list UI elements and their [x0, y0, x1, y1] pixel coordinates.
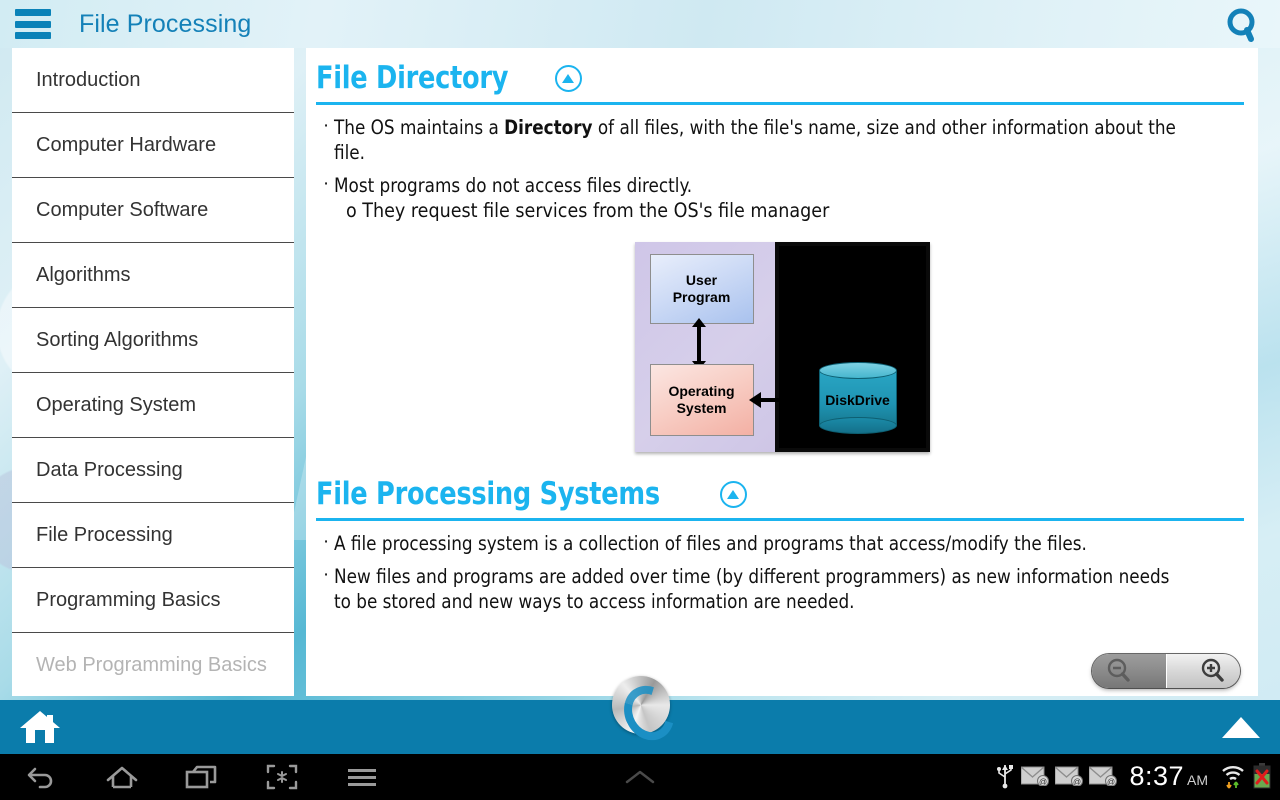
magnifier-plus-icon — [1201, 658, 1224, 682]
diagram-disk-drive-cylinder: Disk Drive — [818, 362, 897, 434]
diagram-operating-system-label: Operating System — [668, 383, 735, 416]
sidebar-item-label: Introduction — [36, 68, 141, 91]
magnifier-minus-icon — [1107, 658, 1130, 682]
diagram-container: User Program Operating System Disk Drive — [306, 242, 1258, 452]
sidebar-item-label: Computer Hardware — [36, 133, 217, 156]
bullet-item: · The OS maintains a Directory of all fi… — [318, 115, 1242, 165]
bullet-marker: · — [322, 173, 330, 194]
zoom-out-button[interactable] — [1092, 654, 1166, 688]
cylinder-top — [818, 362, 897, 379]
sidebar-item-label: Data Processing — [36, 458, 183, 481]
android-system-bar: @ @ @ 8:37 AM — [0, 752, 1280, 800]
section-header-file-directory: File Directory — [306, 60, 1258, 96]
sidebar-item-web-programming-basics[interactable]: Web Programming Basics — [12, 633, 294, 696]
bullet-marker: · — [322, 531, 330, 552]
house-icon[interactable] — [18, 708, 62, 746]
chevron-up-icon[interactable] — [608, 760, 672, 794]
top-bar: File Processing — [0, 0, 1280, 48]
svg-text:@: @ — [1039, 777, 1047, 786]
section-header-file-processing-systems: File Processing Systems — [306, 476, 1258, 512]
bullet-item: · A file processing system is a collecti… — [318, 531, 1242, 556]
triangle-up-icon[interactable] — [1220, 714, 1262, 740]
diagram-operating-system-box: Operating System — [649, 364, 754, 436]
app-root: File Processing Introduction Computer Ha… — [0, 0, 1280, 800]
sidebar-item-algorithms[interactable]: Algorithms — [12, 243, 294, 308]
os-file-access-diagram: User Program Operating System Disk Drive — [634, 242, 930, 452]
bullet-text: A file processing system is a collection… — [334, 532, 1087, 555]
bullet-text-bold: Directory — [504, 116, 593, 139]
sidebar-item-operating-system[interactable]: Operating System — [12, 373, 294, 438]
status-tray: @ @ @ 8:37 AM — [995, 752, 1272, 800]
clock-time: 8:37 — [1129, 760, 1184, 791]
bullet-text: New files and programs are added over ti… — [334, 565, 1170, 613]
section-bullets: · A file processing system is a collecti… — [306, 521, 1258, 614]
zoom-in-button[interactable] — [1165, 654, 1240, 688]
svg-text:@: @ — [1107, 777, 1115, 786]
wifi-icon — [1222, 766, 1244, 789]
bullet-subline: o They request file services from the OS… — [346, 199, 830, 222]
mail-icon: @ — [1055, 766, 1084, 786]
sidebar-item-file-processing[interactable]: File Processing — [12, 503, 294, 568]
diagram-user-program-box: User Program — [649, 254, 754, 324]
battery-error-icon — [1253, 763, 1271, 789]
zoom-control[interactable] — [1092, 654, 1240, 688]
screenshot-icon[interactable] — [250, 760, 314, 794]
content-panel: File Directory · The OS maintains a Dire… — [306, 48, 1258, 696]
section-bullets: · The OS maintains a Directory of all fi… — [306, 105, 1258, 224]
bullet-text-before: The OS maintains a — [334, 116, 505, 139]
hamburger-bar — [15, 20, 51, 28]
sidebar-item-label: Web Programming Basics — [36, 654, 267, 676]
sidebar-item-computer-software[interactable]: Computer Software — [12, 178, 294, 243]
mail-icon: @ — [1021, 766, 1050, 786]
sidebar-item-label: Operating System — [36, 393, 197, 416]
sidebar-item-label: Programming Basics — [36, 588, 221, 611]
section-title: File Directory — [316, 60, 509, 96]
sidebar-item-programming-basics[interactable]: Programming Basics — [12, 568, 294, 633]
bullet-item: · Most programs do not access files dire… — [318, 173, 1242, 224]
sidebar-item-label: Computer Software — [36, 198, 209, 221]
sidebar-item-data-processing[interactable]: Data Processing — [12, 438, 294, 503]
sidebar-item-introduction[interactable]: Introduction — [12, 48, 294, 113]
diagram-bidirectional-arrow-icon — [691, 318, 706, 370]
svg-text:@: @ — [1073, 777, 1081, 786]
page-title: File Processing — [79, 9, 252, 38]
sidebar-nav[interactable]: Introduction Computer Hardware Computer … — [12, 48, 294, 696]
clock: 8:37 AM — [1129, 761, 1208, 792]
hamburger-bar — [15, 32, 51, 39]
recent-apps-icon[interactable] — [170, 760, 234, 794]
app-logo-icon[interactable] — [612, 676, 670, 734]
hamburger-icon[interactable] — [15, 9, 51, 39]
menu-icon[interactable] — [330, 760, 394, 794]
sidebar-item-label: File Processing — [36, 523, 173, 546]
diagram-user-program-label: User Program — [672, 272, 731, 305]
clock-meridiem: AM — [1187, 771, 1208, 788]
hamburger-bar — [15, 9, 51, 16]
bullet-text: The OS maintains a Directory of all file… — [334, 115, 1206, 165]
sidebar-item-computer-hardware[interactable]: Computer Hardware — [12, 113, 294, 178]
triangle-glyph — [727, 489, 740, 499]
diagram-disk-drive-label: Disk Drive — [825, 391, 890, 408]
bullet-marker: · — [322, 115, 330, 136]
triangle-up-icon[interactable] — [719, 480, 747, 508]
mail-icon: @ — [1089, 766, 1118, 786]
triangle-glyph — [562, 73, 575, 83]
usb-icon — [997, 765, 1014, 789]
home-outline-icon[interactable] — [90, 760, 154, 794]
bullet-item: · New files and programs are added over … — [318, 564, 1242, 614]
back-arrow-icon[interactable] — [10, 760, 74, 794]
section-title: File Processing Systems — [316, 476, 660, 512]
sidebar-item-label: Sorting Algorithms — [36, 328, 199, 351]
triangle-up-icon[interactable] — [554, 64, 582, 92]
sidebar-item-sorting-algorithms[interactable]: Sorting Algorithms — [12, 308, 294, 373]
bullet-text: Most programs do not access files direct… — [334, 174, 693, 197]
search-icon[interactable] — [1220, 3, 1266, 47]
bullet-marker: · — [322, 564, 330, 585]
sidebar-item-label: Algorithms — [36, 263, 131, 286]
